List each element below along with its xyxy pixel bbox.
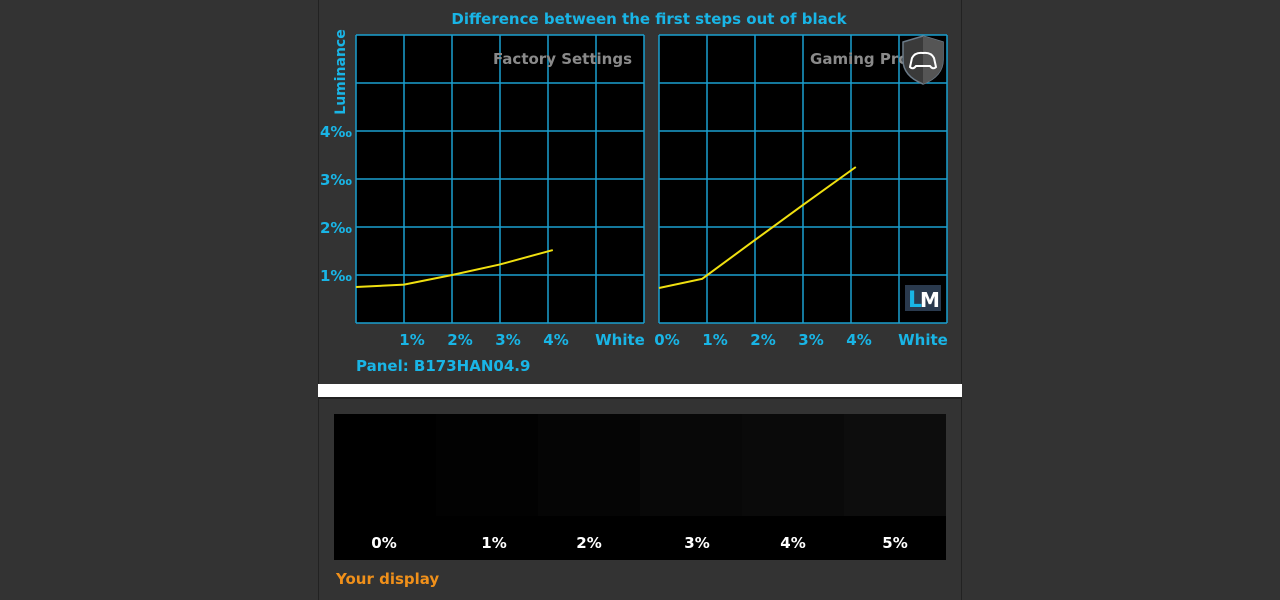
x-tick-label: 4% [543,331,568,349]
y-tick-label: 2‰ [320,219,352,237]
y-axis-label: Luminance [333,29,349,114]
swatch-1 [436,414,538,516]
separator-bar [318,384,962,399]
x-tick-label: White [898,331,948,349]
your-display-label: Your display [336,570,440,588]
chart-title: Difference between the first steps out o… [451,10,847,28]
x-tick-label: 3% [495,331,520,349]
lm-logo-m: M [920,288,940,312]
charts-svg: Difference between the first steps out o… [320,10,948,375]
lm-logo: LM [905,285,941,313]
swatch-4 [742,414,844,516]
x-tick-label: 3% [798,331,823,349]
x-tick-label: 2% [447,331,472,349]
swatch-5 [844,414,946,516]
x-tick-label: 0% [654,331,679,349]
y-tick-label: 1‰ [320,267,352,285]
gaming-chart: Gaming Profile0% 1% 2% 3% 4% WhiteLM [654,34,948,349]
x-tick-label: 4% [846,331,871,349]
swatch-label: 1% [481,534,507,552]
swatch-label: 2% [576,534,602,552]
swatch-0 [334,414,436,516]
x-tick-label: 2% [750,331,775,349]
factory-chart: Factory Settings 1% 2% 3% 4% White 1‰ 2‰ 3‰ 4‰ [320,34,645,349]
y-tick-label: 3‰ [320,171,352,189]
swatch-3 [640,414,742,516]
y-tick-label: 4‰ [320,123,352,141]
x-tick-label: 1% [702,331,727,349]
swatch-label: 0% [371,534,397,552]
swatch-panel: 0% 1% 2% 3% 4% 5% [334,414,946,560]
swatch-2 [538,414,640,516]
swatch-label: 4% [780,534,806,552]
swatch-label: 3% [684,534,710,552]
x-tick-label: 1% [399,331,424,349]
swatch-label: 5% [882,534,908,552]
panel-name: Panel: B173HAN04.9 [356,357,530,375]
panel-label: Factory Settings [493,50,632,68]
x-tick-label: White [595,331,645,349]
